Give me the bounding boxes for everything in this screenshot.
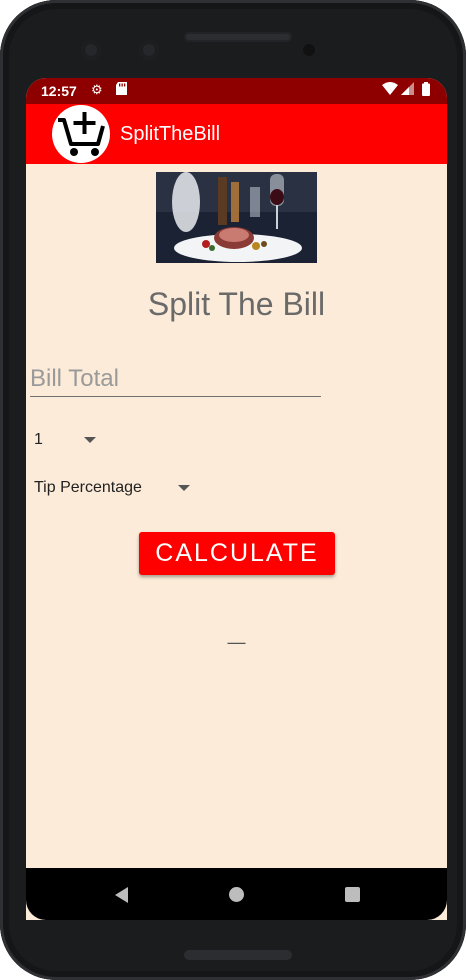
gear-icon: ⚙	[91, 82, 103, 97]
bill-total-input[interactable]	[30, 362, 321, 397]
sd-card-icon	[116, 82, 127, 98]
front-camera	[81, 40, 101, 60]
battery-icon	[422, 82, 430, 99]
people-count-value: 1	[34, 431, 43, 448]
front-camera-secondary	[139, 40, 159, 60]
app-title: SplitTheBill	[120, 123, 221, 145]
signal-icon	[401, 82, 414, 98]
result-text: —	[227, 632, 246, 652]
status-bar: 12:57 ⚙	[26, 78, 447, 104]
dropdown-arrow-icon	[84, 437, 96, 443]
app-toolbar: SplitTheBill	[26, 104, 447, 164]
app-screen: 12:57 ⚙ SplitTheBill Split The Bill Bill…	[26, 78, 447, 920]
people-count-dropdown[interactable]: 1	[34, 426, 96, 454]
earpiece-speaker	[184, 32, 292, 42]
system-nav-bar	[26, 868, 447, 920]
recents-icon[interactable]	[345, 887, 360, 902]
dropdown-arrow-icon	[178, 485, 190, 491]
page-heading: Split The Bill	[147, 286, 326, 322]
proximity-sensor	[303, 44, 315, 56]
home-icon[interactable]	[229, 887, 244, 902]
back-icon[interactable]	[115, 887, 128, 903]
tip-percentage-dropdown[interactable]: Tip Percentage	[34, 474, 190, 502]
bottom-speaker	[184, 950, 292, 960]
status-time: 12:57	[41, 83, 77, 99]
cart-plus-icon	[52, 105, 110, 163]
wifi-icon	[382, 82, 398, 98]
calculate-button[interactable]: CALCULATE	[139, 532, 335, 575]
tip-percentage-value: Tip Percentage	[34, 479, 142, 496]
restaurant-dish-image	[156, 172, 317, 263]
phone-frame: 12:57 ⚙ SplitTheBill Split The Bill Bill…	[0, 0, 466, 980]
